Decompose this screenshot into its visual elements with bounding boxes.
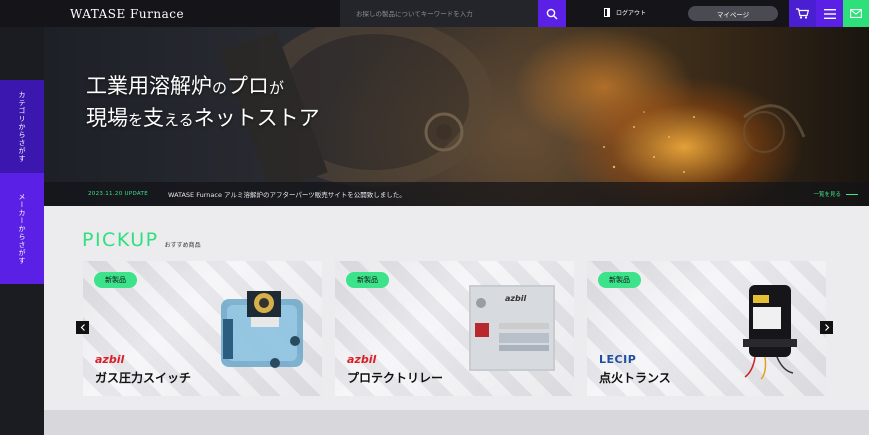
new-badge: 新製品 [346,272,389,288]
brand-logo-azbil: azbil [347,353,377,366]
svg-text:azbil: azbil [505,294,527,303]
new-badge: 新製品 [598,272,641,288]
news-date: 2023.11.20 UPDATE [88,191,148,197]
contact-mail-button[interactable] [843,0,869,27]
hero-text: プロ [227,74,270,98]
product-card[interactable]: 新製品 azbil azbil プロテクトリレー [335,261,574,396]
menu-button[interactable] [816,0,843,27]
news-more-label: 一覧を見る [813,192,841,198]
hero-text: 工業用溶解炉 [86,74,212,98]
next-section-edge [44,410,869,435]
brand-logo-lecip: LECIP [599,353,637,366]
new-badge: 新製品 [94,272,137,288]
hero-text: の [212,79,228,97]
carousel-next-button[interactable] [820,321,833,334]
product-card[interactable]: 新製品 azbil ガス圧力スイッチ [83,261,322,396]
line-arrow-icon [846,193,858,195]
brand-logo-azbil: azbil [95,353,125,366]
news-more-link[interactable]: 一覧を見る [813,190,858,198]
browse-by-category-label: カテゴリからさがす [18,90,26,163]
hero-text: が [269,79,285,97]
pickup-heading: PICKUP おすすめ商品 [82,231,201,250]
browse-by-maker-tab[interactable]: メーカーからさがす [0,173,44,284]
browse-by-category-tab[interactable]: カテゴリからさがす [0,80,44,173]
pickup-title: PICKUP [82,229,159,251]
pickup-subtitle: おすすめ商品 [164,242,201,249]
side-panel: カテゴリからさがす メーカーからさがす [0,27,44,435]
mypage-button[interactable]: マイページ [688,6,778,21]
news-headline[interactable]: WATASE Furnace アルミ溶解炉のアフターパーツ販売サイトを公開致しま… [168,189,406,199]
hero-text: える [164,111,194,129]
hero-text: 現場 [86,106,128,130]
hero-text: ネットストア [193,106,320,130]
pickup-section: PICKUP おすすめ商品 新製品 azbil ガス圧力スイッチ 新製品 azb… [44,206,869,410]
mail-icon [850,9,862,18]
logout-label: ログアウト [616,10,647,17]
chevron-left-icon [80,324,85,331]
search-button[interactable] [538,0,566,27]
cart-button[interactable] [789,0,816,27]
product-card[interactable]: 新製品 LECIP 点火トランス [587,261,826,396]
site-logo[interactable]: WATASE Furnace [70,7,340,21]
hero-line-1: 工業用溶解炉のプロが [86,71,320,103]
news-bar: 2023.11.20 UPDATE WATASE Furnace アルミ溶解炉の… [44,182,869,206]
logout-link[interactable]: ログアウト [604,8,646,17]
hero-line-2: 現場を支えるネットストア [86,103,320,135]
search-icon [546,8,558,19]
search-bar [340,0,566,27]
pressure-switch-image [221,291,303,368]
carousel-prev-button[interactable] [76,321,89,334]
chevron-right-icon [824,324,829,331]
product-name: プロテクトリレー [347,371,444,385]
search-input[interactable] [340,0,538,27]
protect-relay-image: azbil [469,285,555,371]
hero-catchphrase: 工業用溶解炉のプロが 現場を支えるネットストア [86,71,320,135]
product-name: 点火トランス [599,371,671,385]
browse-by-maker-label: メーカーからさがす [18,192,26,265]
hero-text: を [128,111,144,129]
cart-icon [796,8,809,19]
hero-text: 支 [143,106,165,130]
product-name: ガス圧力スイッチ [95,371,192,385]
hero-banner: 工業用溶解炉のプロが 現場を支えるネットストア 2023.11.20 UPDAT… [44,27,869,206]
ignition-transformer-image [743,285,797,380]
hamburger-icon [823,8,836,19]
logout-icon [604,8,610,17]
